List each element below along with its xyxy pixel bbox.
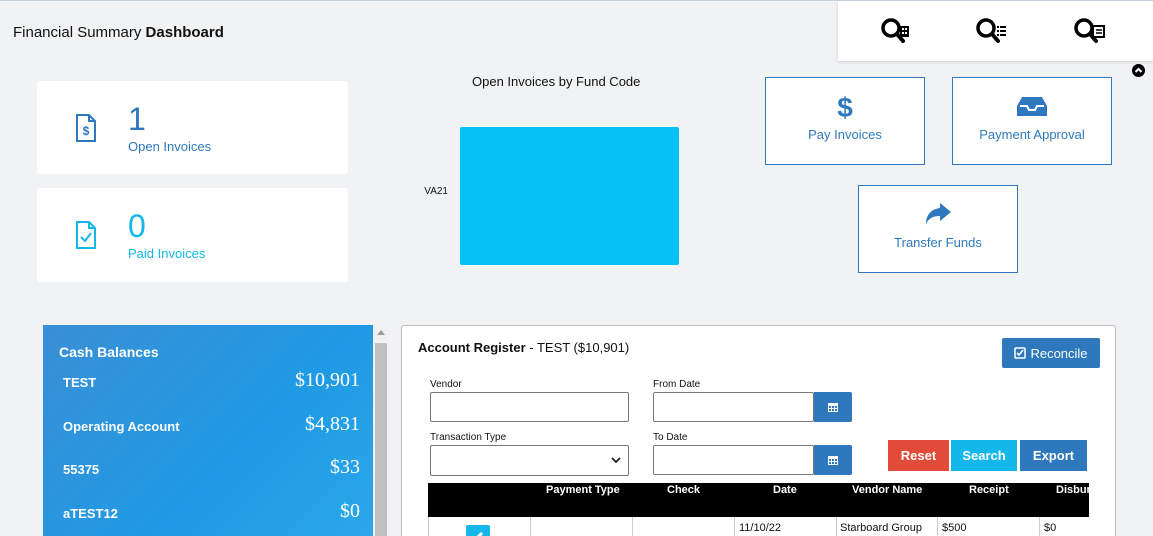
cell-divider bbox=[632, 517, 633, 536]
calendar-icon bbox=[828, 456, 838, 465]
transfer-funds-button[interactable]: Transfer Funds bbox=[858, 185, 1018, 273]
table-header: Payment Type Check Date Vendor Name Rece… bbox=[428, 483, 1089, 517]
paid-invoices-card[interactable]: 0 Paid Invoices bbox=[37, 188, 348, 282]
account-register-panel: Account Register - TEST ($10,901) Reconc… bbox=[401, 325, 1116, 536]
cell-divider bbox=[428, 517, 429, 536]
cash-account-balance: $4,831 bbox=[305, 413, 360, 435]
open-invoices-label: Open Invoices bbox=[128, 139, 212, 154]
search-building-icon[interactable] bbox=[878, 15, 918, 47]
invoice-dollar-icon: $ bbox=[75, 114, 97, 142]
transaction-type-select[interactable] bbox=[430, 445, 629, 476]
cell-divider bbox=[836, 517, 837, 536]
vendor-label: Vendor bbox=[430, 379, 462, 390]
fund-code-chart: VA21 bbox=[424, 127, 679, 265]
calendar-icon bbox=[828, 403, 838, 412]
column-header-disbursement: Disbur bbox=[1056, 484, 1089, 496]
open-invoices-card[interactable]: $ 1 Open Invoices bbox=[37, 81, 348, 174]
cell-vendor-name: Starboard Group bbox=[840, 522, 922, 534]
table-row[interactable]: 11/10/22 Starboard Group $500 $0 bbox=[428, 517, 1089, 536]
svg-text:$: $ bbox=[83, 124, 90, 138]
cash-row[interactable]: 55375 $33 bbox=[63, 453, 360, 483]
cell-divider bbox=[937, 517, 938, 536]
to-date-input[interactable] bbox=[653, 445, 814, 475]
cell-divider bbox=[734, 517, 735, 536]
cash-account-name: 55375 bbox=[63, 462, 100, 477]
chart-title: Open Invoices by Fund Code bbox=[472, 74, 641, 89]
search-panel bbox=[838, 1, 1153, 61]
search-button[interactable]: Search bbox=[951, 440, 1017, 471]
cash-row[interactable]: aTEST12 $0 bbox=[63, 497, 360, 527]
register-table: Payment Type Check Date Vendor Name Rece… bbox=[428, 483, 1089, 536]
dollar-icon: $ bbox=[766, 92, 924, 123]
chevron-down-icon bbox=[611, 457, 621, 464]
cash-account-balance: $33 bbox=[330, 456, 360, 478]
cash-account-name: aTEST12 bbox=[63, 506, 118, 521]
from-date-input[interactable] bbox=[653, 392, 814, 422]
pay-invoices-button[interactable]: $ Pay Invoices bbox=[765, 77, 925, 165]
column-header-receipt: Receipt bbox=[969, 484, 1009, 496]
svg-text:$: $ bbox=[837, 92, 853, 120]
export-button[interactable]: Export bbox=[1020, 440, 1087, 471]
vendor-input[interactable] bbox=[430, 392, 629, 422]
chart-category-label: VA21 bbox=[424, 186, 448, 197]
open-invoices-count: 1 bbox=[128, 101, 146, 137]
pencil-icon bbox=[476, 531, 484, 536]
page-title-prefix: Financial Summary bbox=[13, 24, 142, 41]
transaction-type-label: Transaction Type bbox=[430, 432, 507, 443]
search-document-icon[interactable] bbox=[1071, 15, 1111, 47]
payment-approval-label: Payment Approval bbox=[979, 127, 1085, 142]
invoice-check-icon bbox=[75, 221, 97, 249]
column-header-date: Date bbox=[773, 484, 797, 496]
cell-divider bbox=[530, 517, 531, 536]
cell-date: 11/10/22 bbox=[739, 522, 782, 534]
column-header-payment-type: Payment Type bbox=[546, 484, 620, 496]
register-title-account: - TEST ($10,901) bbox=[525, 340, 630, 355]
cash-balances-panel: Cash Balances TEST $10,901 Operating Acc… bbox=[43, 325, 373, 536]
cash-balances-title: Cash Balances bbox=[59, 344, 159, 360]
scroll-thumb[interactable] bbox=[375, 343, 387, 536]
column-header-vendor-name: Vendor Name bbox=[852, 484, 923, 496]
cash-account-name: TEST bbox=[63, 375, 97, 390]
to-date-calendar-button[interactable] bbox=[814, 445, 852, 475]
cash-account-balance: $0 bbox=[340, 500, 360, 522]
cell-disbursement: $0 bbox=[1044, 522, 1057, 534]
pay-invoices-label: Pay Invoices bbox=[808, 127, 882, 142]
cash-row[interactable]: Operating Account $4,831 bbox=[63, 410, 360, 440]
collapse-up-icon[interactable] bbox=[1132, 64, 1145, 77]
register-title-bold: Account Register bbox=[418, 340, 526, 355]
register-title: Account Register - TEST ($10,901) bbox=[418, 340, 629, 355]
paid-invoices-count: 0 bbox=[128, 208, 146, 244]
from-date-calendar-button[interactable] bbox=[814, 392, 852, 422]
inbox-icon bbox=[953, 92, 1111, 120]
to-date-label: To Date bbox=[653, 432, 688, 443]
cell-receipt: $500 bbox=[942, 522, 967, 534]
chart-bar[interactable] bbox=[460, 127, 679, 265]
reconcile-button[interactable]: Reconcile bbox=[1002, 338, 1100, 368]
cash-account-name: Operating Account bbox=[63, 419, 180, 434]
reset-button[interactable]: Reset bbox=[888, 440, 949, 471]
page-title-bold: Dashboard bbox=[145, 24, 224, 41]
paid-invoices-label: Paid Invoices bbox=[128, 246, 206, 261]
column-header-check: Check bbox=[667, 484, 701, 496]
check-square-icon bbox=[1014, 347, 1027, 359]
scroll-up-icon[interactable] bbox=[377, 330, 385, 335]
cash-balances-scrollbar[interactable] bbox=[373, 325, 388, 536]
edit-row-button[interactable] bbox=[466, 525, 490, 536]
cash-row[interactable]: TEST $10,901 bbox=[63, 366, 360, 396]
search-list-icon[interactable] bbox=[973, 15, 1013, 47]
transfer-funds-label: Transfer Funds bbox=[894, 235, 982, 250]
from-date-label: From Date bbox=[653, 379, 701, 390]
page-title: Financial Summary Dashboard bbox=[13, 24, 224, 41]
reconcile-label: Reconcile bbox=[1030, 345, 1088, 361]
cash-account-balance: $10,901 bbox=[295, 369, 360, 391]
payment-approval-button[interactable]: Payment Approval bbox=[952, 77, 1112, 165]
cell-divider bbox=[1039, 517, 1040, 536]
share-arrow-icon bbox=[859, 200, 1017, 228]
